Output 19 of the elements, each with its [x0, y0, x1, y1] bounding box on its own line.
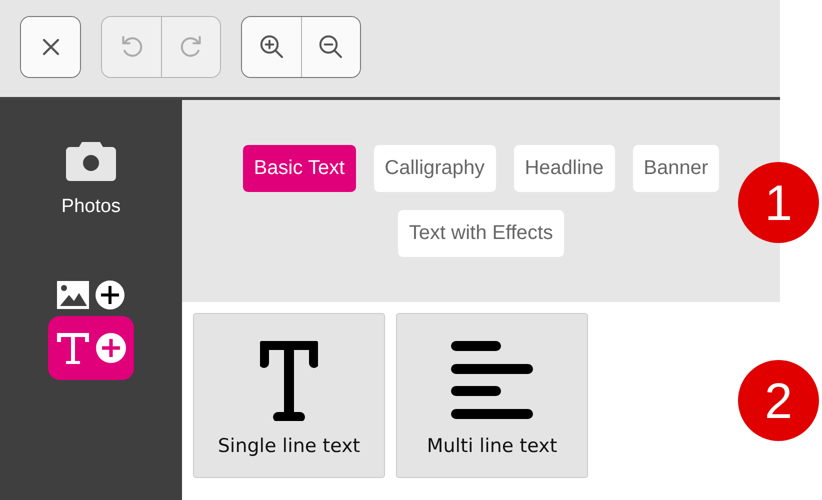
- category-tab[interactable]: Text with Effects: [398, 210, 564, 257]
- close-button[interactable]: [21, 17, 80, 77]
- text-type-card[interactable]: Single line text: [193, 313, 385, 478]
- card-label: Multi line text: [426, 435, 558, 457]
- text-plus-icon: [55, 331, 127, 365]
- zoom-in-button[interactable]: [242, 17, 301, 77]
- image-plus-icon: [56, 280, 126, 310]
- step-marker: 2: [738, 360, 819, 441]
- card-label: Single line text: [218, 435, 360, 457]
- category-tab[interactable]: Banner: [632, 145, 720, 192]
- add-text-button[interactable]: [48, 316, 134, 380]
- text-type-card[interactable]: Multi line text: [396, 313, 588, 478]
- zoom-out-button[interactable]: [301, 17, 360, 77]
- paragraph-icon: [451, 341, 533, 421]
- category-tab[interactable]: Basic Text: [242, 145, 356, 192]
- category-tab[interactable]: Calligraphy: [374, 145, 496, 192]
- text-icon: [260, 341, 318, 421]
- category-tab[interactable]: Headline: [514, 145, 615, 192]
- photos-button[interactable]: Photos: [51, 138, 131, 224]
